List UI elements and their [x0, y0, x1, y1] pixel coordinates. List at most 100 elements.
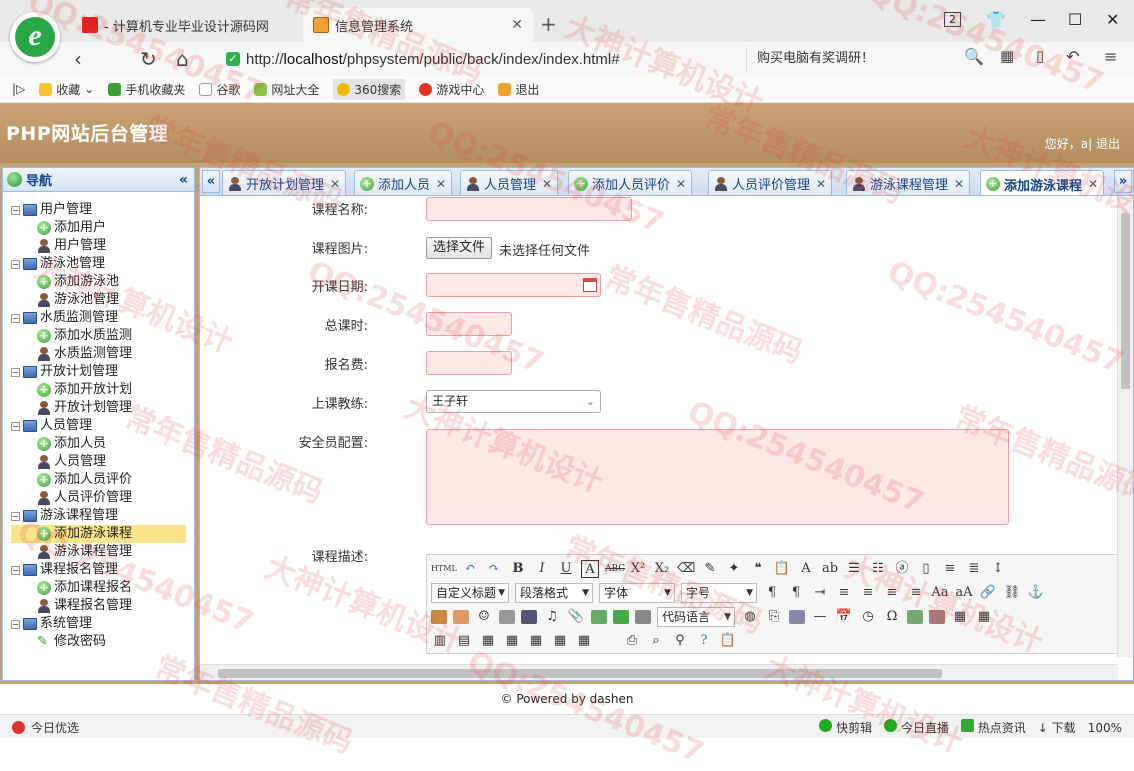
- italic-icon[interactable]: I: [533, 560, 551, 578]
- highlight-icon[interactable]: ab: [821, 560, 839, 578]
- collapse-toggle-icon[interactable]: −: [11, 565, 20, 575]
- background-icon[interactable]: [789, 610, 805, 624]
- bookmark-google[interactable]: 谷歌: [199, 81, 240, 98]
- horizontal-scrollbar[interactable]: [200, 664, 1118, 680]
- insert-table-icon[interactable]: ▦: [951, 608, 969, 626]
- calendar-icon[interactable]: [583, 278, 597, 292]
- tree-item[interactable]: 用户管理: [11, 237, 194, 255]
- undo-icon[interactable]: ↶: [461, 560, 479, 578]
- map-icon[interactable]: [591, 610, 607, 624]
- font-family-dropdown[interactable]: 字体 ▼: [599, 583, 675, 603]
- template-icon[interactable]: [635, 610, 651, 624]
- tree-item[interactable]: + 添加游泳课程: [11, 525, 186, 543]
- link-icon[interactable]: 🔗: [979, 584, 997, 602]
- tree-item[interactable]: 游泳池管理: [11, 291, 194, 309]
- page-tab[interactable]: 人员管理 ✕: [460, 170, 559, 195]
- course-name-input[interactable]: [426, 197, 632, 221]
- menu-icon[interactable]: ≡: [1104, 47, 1117, 66]
- sidebar-toggle-icon[interactable]: |▷: [12, 82, 25, 96]
- tree-group[interactable]: − 课程报名管理: [11, 561, 194, 579]
- custom-style-dropdown[interactable]: 自定义标题 ▼: [431, 583, 509, 603]
- choose-file-button[interactable]: 选择文件: [426, 237, 493, 259]
- word-image-icon[interactable]: [929, 610, 945, 624]
- font-color-icon[interactable]: A: [797, 560, 815, 578]
- table-props-icon[interactable]: ▦: [527, 632, 545, 650]
- collapse-toggle-icon[interactable]: −: [11, 421, 20, 431]
- attachment-icon[interactable]: 📎: [567, 608, 585, 626]
- cell-props-icon[interactable]: ▦: [551, 632, 569, 650]
- merge-cells-icon[interactable]: ▦: [479, 632, 497, 650]
- autotype-icon[interactable]: ✦: [725, 560, 743, 578]
- url-field[interactable]: ✓ http://localhost/phpsystem/public/back…: [226, 46, 746, 72]
- page-tab[interactable]: + 添加人员评价 ✕: [568, 170, 693, 195]
- tree-group[interactable]: − 游泳课程管理: [11, 507, 194, 525]
- ordered-list-icon[interactable]: ☰: [845, 560, 863, 578]
- status-news[interactable]: 热点资讯: [960, 719, 1026, 736]
- indent-icon[interactable]: ⇥: [811, 584, 829, 602]
- bookmark-logout[interactable]: 退出: [498, 81, 539, 98]
- tree-group[interactable]: − 游泳池管理: [11, 255, 194, 273]
- tree-item[interactable]: ✎ 修改密码: [11, 633, 194, 651]
- snapscreen-icon[interactable]: [907, 610, 923, 624]
- tab-scroll-right-icon[interactable]: »: [1114, 170, 1132, 193]
- gmap-icon[interactable]: [613, 610, 629, 624]
- justify-icon[interactable]: ≡: [907, 584, 925, 602]
- page-tab[interactable]: + 添加游泳课程 ✕: [980, 170, 1105, 195]
- to-uppercase-icon[interactable]: Aa: [931, 584, 949, 602]
- align-right-icon[interactable]: ≡: [883, 584, 901, 602]
- tree-group[interactable]: − 人员管理: [11, 417, 194, 435]
- pagebreak-icon[interactable]: ⎘: [765, 608, 783, 626]
- page-tab[interactable]: 开放计划管理 ✕: [222, 170, 347, 195]
- redo-icon[interactable]: ↷: [485, 560, 503, 578]
- multi-image-icon[interactable]: [453, 610, 469, 624]
- time-icon[interactable]: ◷: [859, 608, 877, 626]
- safety-staff-textarea[interactable]: [426, 429, 1009, 525]
- start-date-input[interactable]: [426, 273, 601, 297]
- close-tab-icon[interactable]: ✕: [954, 177, 964, 191]
- underline-icon[interactable]: U: [557, 560, 575, 578]
- row-spacing-bottom-icon[interactable]: ≣: [965, 560, 983, 578]
- browser-tab-active[interactable]: 信息管理系统 ✕: [303, 8, 533, 42]
- zoom-level[interactable]: 100%: [1088, 721, 1122, 735]
- maximize-icon[interactable]: ☐: [1068, 10, 1082, 29]
- special-char-icon[interactable]: Ω: [883, 608, 901, 626]
- close-tab-icon[interactable]: ✕: [1088, 177, 1098, 191]
- html-source-button[interactable]: HTML: [431, 560, 457, 578]
- split-cells-icon[interactable]: ▦: [503, 632, 521, 650]
- tree-item[interactable]: + 添加游泳池: [11, 273, 194, 291]
- tree-item[interactable]: + 添加课程报名: [11, 579, 194, 597]
- collapse-toggle-icon[interactable]: −: [11, 259, 20, 269]
- daily-picks-link[interactable]: 今日优选: [31, 719, 79, 736]
- fee-input[interactable]: [426, 351, 512, 375]
- search-icon[interactable]: 🔍: [964, 47, 984, 66]
- tree-item[interactable]: 游泳课程管理: [11, 543, 194, 561]
- coach-select[interactable]: 王子轩 ⌄: [426, 390, 601, 413]
- browser-tab-inactive[interactable]: - 计算机专业毕业设计源码网: [72, 8, 300, 42]
- tree-item[interactable]: + 添加水质监测: [11, 327, 194, 345]
- format-brush-icon[interactable]: ✎: [701, 560, 719, 578]
- strikethrough-icon[interactable]: ABC: [605, 560, 625, 578]
- paste-text-icon[interactable]: 📋: [773, 560, 791, 578]
- collapse-sidebar-icon[interactable]: «: [179, 172, 188, 188]
- tree-item[interactable]: + 添加人员: [11, 435, 194, 453]
- vertical-scrollbar[interactable]: [1117, 197, 1133, 657]
- subscript-icon[interactable]: X₂: [653, 560, 671, 578]
- eraser-icon[interactable]: ⌫: [677, 560, 695, 578]
- page-tab[interactable]: + 添加人员 ✕: [354, 170, 453, 195]
- to-lowercase-icon[interactable]: aA: [955, 584, 973, 602]
- collapse-toggle-icon[interactable]: −: [11, 313, 20, 323]
- line-height-icon[interactable]: ↕: [989, 560, 1007, 578]
- anchor-icon[interactable]: ⚓: [1027, 584, 1045, 602]
- collapse-toggle-icon[interactable]: −: [11, 511, 20, 521]
- tree-group[interactable]: − 水质监测管理: [11, 309, 194, 327]
- unordered-list-icon[interactable]: ☷: [869, 560, 887, 578]
- tree-item[interactable]: 课程报名管理: [11, 597, 194, 615]
- help-icon[interactable]: ?: [695, 632, 713, 650]
- emotion-icon[interactable]: ☺: [475, 608, 493, 626]
- close-tab-icon[interactable]: ✕: [542, 177, 552, 191]
- tab-count-badge[interactable]: 2: [944, 12, 961, 27]
- insert-col-icon[interactable]: ▤: [455, 632, 473, 650]
- home-icon[interactable]: ⌂: [176, 47, 189, 71]
- print-icon[interactable]: ⎙: [623, 632, 641, 650]
- tree-group[interactable]: − 用户管理: [11, 201, 194, 219]
